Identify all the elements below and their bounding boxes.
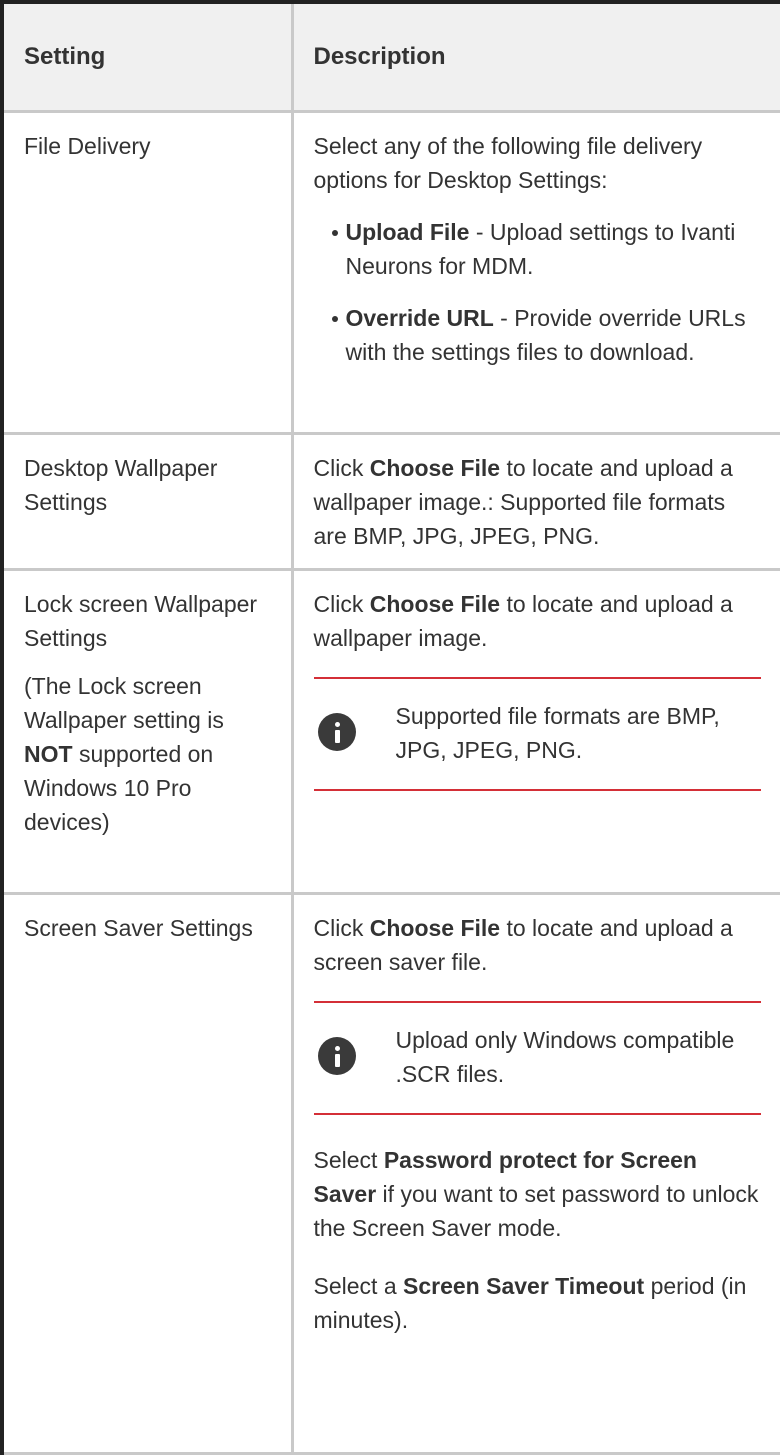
page: Setting Description File Delivery Select… bbox=[0, 0, 780, 1455]
table-header-row: Setting Description bbox=[0, 0, 780, 113]
setting-label: Screen Saver Settings bbox=[24, 915, 253, 941]
timeout-text: Select a Screen Saver Timeout period (in… bbox=[314, 1269, 761, 1337]
setting-label: Lock screen Wallpaper Settings bbox=[24, 591, 258, 651]
text: Click bbox=[313, 915, 370, 941]
description-intro: Select any of the following file deliver… bbox=[313, 133, 703, 193]
table-row: File Delivery Select any of the followin… bbox=[0, 110, 780, 435]
list-item: Upload File - Upload settings to Ivanti … bbox=[331, 215, 761, 283]
setting-lock-screen: Lock screen Wallpaper Settings (The Lock… bbox=[0, 568, 294, 895]
setting-label: File Delivery bbox=[24, 133, 151, 159]
setting-screen-saver: Screen Saver Settings bbox=[0, 892, 294, 1455]
description-lock-screen: Click Choose File to locate and upload a… bbox=[290, 568, 780, 895]
callout-text: Supported file formats are BMP, JPG, JPE… bbox=[395, 703, 720, 763]
description-desktop-wallpaper: Click Choose File to locate and upload a… bbox=[290, 432, 780, 571]
text: (The Lock screen Wallpaper setting is bbox=[24, 673, 224, 733]
description-file-delivery: Select any of the following file deliver… bbox=[290, 110, 780, 435]
info-icon bbox=[317, 713, 356, 751]
file-delivery-options: Upload File - Upload settings to Ivanti … bbox=[314, 215, 761, 369]
choose-file-label: Choose File bbox=[369, 915, 501, 941]
text: Select bbox=[313, 1147, 384, 1173]
text: Click bbox=[313, 455, 370, 481]
not-label: NOT bbox=[24, 741, 73, 767]
choose-file-label: Choose File bbox=[369, 455, 501, 481]
info-callout: Upload only Windows compatible .SCR file… bbox=[313, 1001, 761, 1115]
settings-table: Setting Description File Delivery Select… bbox=[0, 0, 780, 1455]
password-protect-text: Select Password protect for Screen Saver… bbox=[314, 1143, 761, 1245]
info-callout: Supported file formats are BMP, JPG, JPE… bbox=[313, 677, 761, 791]
lock-screen-note: (The Lock screen Wallpaper setting is NO… bbox=[24, 669, 271, 839]
option-upload-file: Upload File bbox=[345, 219, 470, 245]
description-text: Click Choose File to locate and upload a… bbox=[314, 587, 761, 655]
list-item: Override URL - Provide override URLs wit… bbox=[331, 301, 761, 369]
timeout-label: Screen Saver Timeout bbox=[403, 1273, 645, 1299]
callout-text: Upload only Windows compatible .SCR file… bbox=[395, 1027, 735, 1087]
setting-desktop-wallpaper: Desktop Wallpaper Settings bbox=[0, 432, 294, 571]
table-row: Desktop Wallpaper Settings Click Choose … bbox=[0, 432, 780, 571]
description-screen-saver: Click Choose File to locate and upload a… bbox=[290, 892, 780, 1455]
header-description: Description bbox=[290, 0, 780, 113]
table-row: Screen Saver Settings Click Choose File … bbox=[0, 892, 780, 1455]
table-row: Lock screen Wallpaper Settings (The Lock… bbox=[0, 568, 780, 895]
info-icon bbox=[317, 1037, 356, 1075]
header-setting: Setting bbox=[0, 0, 294, 113]
text: Click bbox=[313, 591, 370, 617]
setting-label: Desktop Wallpaper Settings bbox=[24, 455, 218, 515]
text: if you want to set password to unlock th… bbox=[313, 1181, 759, 1241]
description-text: Click Choose File to locate and upload a… bbox=[314, 911, 761, 979]
setting-file-delivery: File Delivery bbox=[0, 110, 294, 435]
choose-file-label: Choose File bbox=[369, 591, 501, 617]
option-override-url: Override URL bbox=[345, 305, 494, 331]
text: Select a bbox=[313, 1273, 403, 1299]
